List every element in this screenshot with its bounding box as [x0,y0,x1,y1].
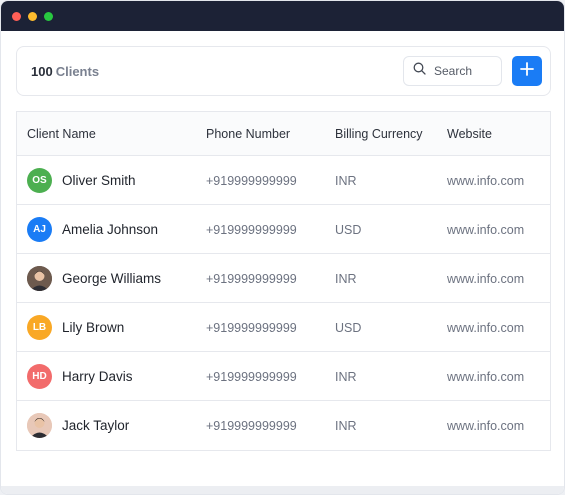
table-row[interactable]: HD Harry Davis +919999999999 INR www.info.co… [17,352,550,401]
billing-currency-cell: INR [335,271,357,286]
client-count-label: Clients [55,63,100,79]
table-row[interactable]: AJ Amelia Johnson +919999999999 USD www.info… [17,205,550,254]
phone-number-cell: +919999999999 [206,222,297,237]
table-row[interactable]: Jack Taylor +919999999999 INR www.info.com [17,401,550,450]
avatar-initials: AJ [33,224,46,235]
client-name-cell: HD Harry Davis [27,352,133,401]
title-bar [1,1,564,31]
maximize-dot[interactable] [44,11,53,21]
footer-band [1,486,564,494]
clients-table: Client Name Phone Number Billing Currenc… [16,111,551,451]
avatar [27,413,52,438]
avatar: LB [27,315,52,340]
add-client-button[interactable] [512,56,542,86]
client-name[interactable]: Jack Taylor [62,418,129,433]
website-cell[interactable]: www.info.com [447,401,524,450]
client-name[interactable]: George Williams [62,271,161,286]
avatar: AJ [27,217,52,242]
client-name-cell: George Williams [27,254,161,303]
billing-currency-cell: INR [335,418,357,433]
app-window: 100 Clients Search Client Name Phone Num… [0,0,565,495]
table-body: OS Oliver Smith +919999999999 INR www.info.c… [17,156,550,450]
avatar: OS [27,168,52,193]
client-name-cell: AJ Amelia Johnson [27,205,158,254]
search-box[interactable]: Search [403,56,502,86]
search-icon [413,62,426,80]
client-name-cell: OS Oliver Smith [27,156,136,205]
client-name[interactable]: Lily Brown [62,320,124,335]
client-name[interactable]: Oliver Smith [62,173,136,188]
table-header: Client Name Phone Number Billing Currenc… [17,112,550,156]
avatar [27,266,52,291]
website-cell[interactable]: www.info.com [447,303,524,352]
search-input[interactable]: Search [434,64,472,78]
clients-toolbar: 100 Clients Search [16,46,551,96]
avatar-initials: OS [32,175,47,186]
website-cell[interactable]: www.info.com [447,156,524,205]
phone-number-cell: +919999999999 [206,418,297,433]
billing-currency-cell: INR [335,369,357,384]
phone-number-cell: +919999999999 [206,173,297,188]
website-cell[interactable]: www.info.com [447,352,524,401]
header-phone-number[interactable]: Phone Number [206,127,290,141]
client-name-cell: Jack Taylor [27,401,129,450]
minimize-dot[interactable] [28,11,37,21]
header-billing-currency[interactable]: Billing Currency [335,127,423,141]
close-dot[interactable] [12,11,21,21]
billing-currency-cell: INR [335,173,357,188]
table-row[interactable]: George Williams +919999999999 INR www.info.… [17,254,550,303]
client-name[interactable]: Harry Davis [62,369,133,384]
main-content: 100 Clients Search Client Name Phone Num… [1,31,564,494]
plus-icon [520,61,534,81]
phone-number-cell: +919999999999 [206,271,297,286]
client-count: 100 [31,63,53,79]
avatar-initials: LB [32,322,47,333]
table-row[interactable]: OS Oliver Smith +919999999999 INR www.info.c… [17,156,550,205]
header-client-name[interactable]: Client Name [27,127,96,141]
billing-currency-cell: USD [335,320,362,335]
website-cell[interactable]: www.info.com [447,205,524,254]
phone-number-cell: +919999999999 [206,320,297,335]
client-name[interactable]: Amelia Johnson [62,222,158,237]
avatar-initials: HD [32,371,47,382]
website-cell[interactable]: www.info.com [447,254,524,303]
phone-number-cell: +919999999999 [206,369,297,384]
header-website[interactable]: Website [447,127,492,141]
avatar: HD [27,364,52,389]
client-name-cell: LB Lily Brown [27,303,124,352]
billing-currency-cell: USD [335,222,362,237]
table-row[interactable]: LB Lily Brown +919999999999 USD www.info.com [17,303,550,352]
